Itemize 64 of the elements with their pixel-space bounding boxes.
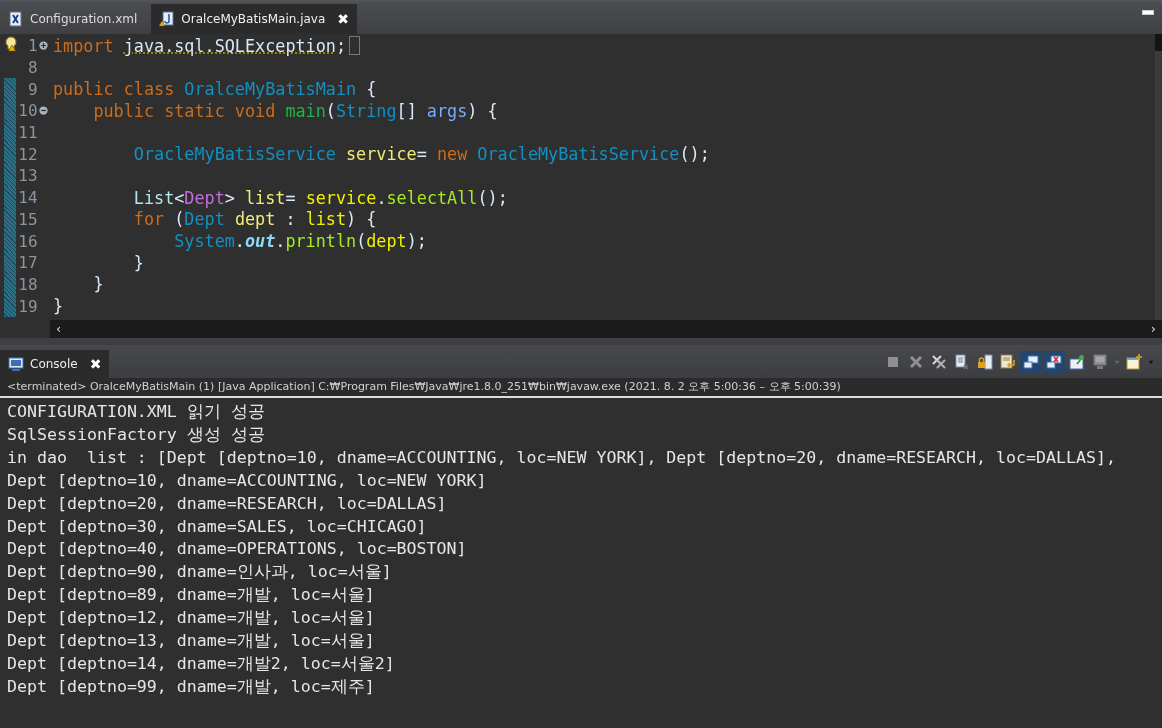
console-output-line: Dept [deptno=89, dname=개발, loc=서울] bbox=[7, 584, 376, 607]
remove-icon bbox=[908, 353, 924, 370]
line-number: 18 bbox=[17, 274, 38, 294]
code-line: import java.sql.SQLException; bbox=[53, 35, 346, 56]
code-line: OracleMyBatisService service= new OracleMyBatisService(); bbox=[132, 144, 710, 165]
console-output-line: Dept [deptno=10, dname=ACCOUNTING, loc=NEW YORK] bbox=[7, 469, 488, 492]
console-output-button[interactable] bbox=[1020, 350, 1042, 373]
line-number: 1 bbox=[26, 36, 38, 56]
editor-tab[interactable]: Configuration.xml bbox=[0, 4, 146, 34]
line-number: 14 bbox=[17, 188, 38, 208]
clear-console-icon bbox=[954, 353, 970, 370]
minus-circle-icon[interactable] bbox=[38, 105, 50, 117]
code-line: public static void main(String[] args) { bbox=[92, 100, 498, 121]
line-number: 13 bbox=[17, 166, 38, 186]
java-file-warning-icon bbox=[159, 11, 176, 27]
console-output-line: Dept [deptno=30, dname=SALES, loc=CHICAGO] bbox=[7, 515, 428, 538]
monitor-icon bbox=[1092, 353, 1108, 370]
console-output-line: Dept [deptno=99, dname=개발, loc=제주] bbox=[7, 675, 376, 698]
close-icon[interactable]: ✖ bbox=[89, 356, 102, 372]
line-number: 8 bbox=[26, 58, 38, 78]
console-output-line: SqlSessionFactory 생성 성공 bbox=[7, 423, 266, 446]
new-window-icon bbox=[1126, 353, 1142, 370]
console-error-button[interactable] bbox=[1043, 350, 1065, 373]
console-icon bbox=[8, 356, 24, 372]
close-icon[interactable]: ✖ bbox=[337, 11, 350, 27]
lock-icon bbox=[977, 353, 993, 370]
line-number: 11 bbox=[17, 123, 38, 143]
console-output-icon bbox=[1023, 353, 1039, 370]
line-number: 16 bbox=[17, 231, 38, 251]
horizontal-scrollbar[interactable]: ‹ › bbox=[50, 320, 1162, 338]
code-line: } bbox=[92, 274, 104, 295]
line-number: 15 bbox=[17, 209, 38, 229]
line-number: 10 bbox=[17, 101, 38, 121]
console-output-line: Dept [deptno=40, dname=OPERATIONS, loc=BOSTON] bbox=[7, 538, 468, 561]
console-output-line: CONFIGURATION.XML 읽기 성공 bbox=[7, 401, 266, 423]
code-line: public class OralceMyBatisMain { bbox=[53, 79, 377, 100]
code-line: List<Dept> list= service.selectAll(); bbox=[132, 187, 508, 208]
word-wrap-icon bbox=[1000, 353, 1016, 370]
folded-code-marker[interactable] bbox=[349, 36, 360, 56]
line-number: 19 bbox=[17, 296, 38, 316]
editor-tab[interactable]: OralceMyBatisMain.java ✖ bbox=[151, 4, 358, 34]
line-number: 9 bbox=[26, 79, 38, 99]
scrollbar-thumb[interactable] bbox=[1155, 34, 1162, 51]
xml-file-icon bbox=[8, 11, 24, 27]
scroll-left-arrow[interactable]: ‹ bbox=[56, 322, 62, 336]
console-output-line: Dept [deptno=13, dname=개발, loc=서울] bbox=[7, 630, 376, 653]
code-line: System.out.println(dept); bbox=[173, 231, 427, 252]
console-error-icon bbox=[1046, 353, 1062, 370]
scroll-right-arrow[interactable]: › bbox=[1150, 322, 1156, 336]
code-line: for (Dept dept : list) { bbox=[132, 209, 377, 230]
plus-circle-icon[interactable] bbox=[38, 40, 50, 52]
console-output-line: Dept [deptno=14, dname=개발2, loc=서울2] bbox=[7, 652, 396, 675]
console-output-line: Dept [deptno=90, dname=인사과, loc=서울] bbox=[7, 561, 393, 584]
pin-icon bbox=[1069, 353, 1085, 370]
remove-all-icon bbox=[931, 353, 947, 370]
code-line: } bbox=[132, 252, 144, 273]
console-description: <terminated> OralceMyBatisMain (1) [Java Application] C:₩Program Files₩Java₩jre1.8.0_251₩bin₩javaw.exe (2021. 8. 2 오후 5:00:36 – 오후 5:00:39) bbox=[0, 378, 1162, 398]
line-number: 17 bbox=[17, 253, 38, 273]
code-line: } bbox=[53, 296, 64, 317]
console-output-line: Dept [deptno=20, dname=RESEARCH, loc=DALLAS] bbox=[7, 492, 448, 515]
console-tab[interactable]: Console ✖ bbox=[0, 350, 110, 378]
console-output-line: in dao list : [Dept [deptno=10, dname=ACCOUNTING, loc=NEW YORK], Dept [deptno=20, dname=RESEARCH, loc=DALLAS], bbox=[7, 446, 1117, 469]
console-output-line: Dept [deptno=12, dname=개발, loc=서울] bbox=[7, 607, 376, 630]
line-number: 12 bbox=[17, 144, 38, 164]
